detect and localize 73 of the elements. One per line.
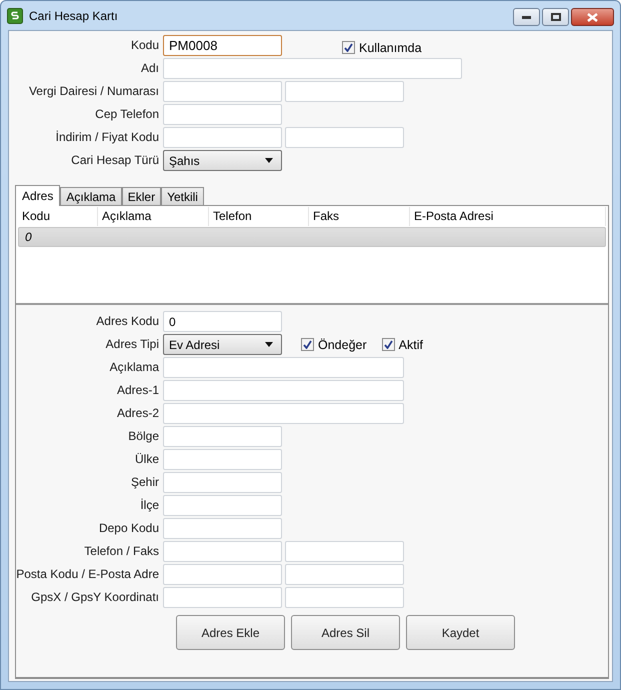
column-header[interactable]: Telefon — [209, 207, 309, 226]
field-label: Şehir — [130, 474, 160, 491]
field-label: Adres Tipi — [104, 336, 160, 353]
field-label: Posta Kodu / E-Posta Adre — [16, 566, 160, 583]
dropdown[interactable]: Ev Adresi — [163, 334, 282, 355]
field-label: İndirim / Fiyat Kodu — [54, 129, 160, 146]
text-field[interactable] — [285, 587, 404, 608]
text-field[interactable] — [285, 81, 404, 102]
text-field[interactable] — [163, 81, 282, 102]
field-label: Adres-1 — [116, 382, 160, 399]
field-label: Bölge — [127, 428, 160, 445]
tab[interactable]: Adres — [15, 185, 60, 206]
text-field[interactable] — [163, 426, 282, 447]
text-field[interactable] — [285, 127, 404, 148]
checkbox[interactable]: Kullanımda — [342, 40, 422, 54]
caret-icon — [265, 342, 273, 347]
text-field[interactable] — [163, 472, 282, 493]
field-label: Açıklama — [108, 359, 160, 376]
close-icon — [587, 12, 598, 22]
column-header[interactable]: Açıklama — [98, 207, 209, 226]
dropdown[interactable]: Şahıs — [163, 150, 282, 171]
text-field[interactable] — [163, 587, 282, 608]
field-label: GpsX / GpsY Koordinatı — [30, 589, 160, 606]
field-label: Adres-2 — [116, 405, 160, 422]
minimize-icon — [522, 16, 531, 18]
text-field[interactable] — [163, 541, 282, 562]
text-field[interactable] — [163, 449, 282, 470]
text-field[interactable]: 0 — [163, 311, 282, 332]
checkmark-icon — [303, 340, 312, 349]
action-button[interactable]: Kaydet — [406, 615, 515, 650]
action-button[interactable]: Adres Ekle — [176, 615, 285, 650]
field-label: Ülke — [134, 451, 160, 468]
column-header[interactable]: Faks — [309, 207, 410, 226]
maximize-icon — [550, 13, 560, 21]
field-label: İlçe — [139, 497, 160, 514]
text-field[interactable]: PM0008 — [163, 35, 282, 56]
field-label: Adres Kodu — [95, 313, 160, 330]
text-field[interactable] — [163, 357, 404, 378]
field-label: Kodu — [130, 37, 160, 54]
caret-icon — [265, 158, 273, 163]
tab[interactable]: Ekler — [122, 187, 162, 205]
field-label: Cari Hesap Türü — [70, 152, 160, 169]
text-field[interactable] — [163, 58, 462, 79]
text-field[interactable] — [163, 380, 404, 401]
checkmark-icon — [384, 340, 393, 349]
field-label: Adı — [140, 60, 160, 77]
tab[interactable]: Açıklama — [60, 187, 122, 205]
action-button[interactable]: Adres Sil — [291, 615, 400, 650]
table-cell-text: 0 — [24, 230, 32, 244]
checkbox[interactable]: Öndeğer — [301, 338, 367, 352]
text-field[interactable] — [163, 495, 282, 516]
window-title: Cari Hesap Kartı — [29, 8, 118, 22]
checkbox[interactable]: Aktif — [382, 338, 423, 352]
text-field[interactable] — [285, 541, 404, 562]
column-header[interactable]: Kodu — [18, 207, 98, 226]
field-label: Telefon / Faks — [83, 543, 160, 560]
text-field[interactable] — [163, 104, 282, 125]
app-icon — [7, 8, 23, 24]
minimize-button[interactable] — [513, 8, 540, 26]
text-field[interactable] — [163, 127, 282, 148]
tab[interactable]: Yetkili — [161, 187, 204, 205]
text-field[interactable] — [163, 518, 282, 539]
column-header[interactable]: E-Posta Adresi — [410, 207, 606, 226]
text-field[interactable] — [163, 403, 404, 424]
field-label: Cep Telefon — [94, 106, 160, 123]
checkmark-icon — [344, 43, 353, 52]
field-label: Depo Kodu — [98, 520, 160, 537]
field-label: Vergi Dairesi / Numarası — [28, 83, 160, 100]
text-field[interactable] — [163, 564, 282, 585]
table-row[interactable]: 0 — [18, 227, 606, 247]
maximize-button[interactable] — [542, 8, 569, 26]
text-field[interactable] — [285, 564, 404, 585]
close-button[interactable] — [571, 8, 614, 26]
